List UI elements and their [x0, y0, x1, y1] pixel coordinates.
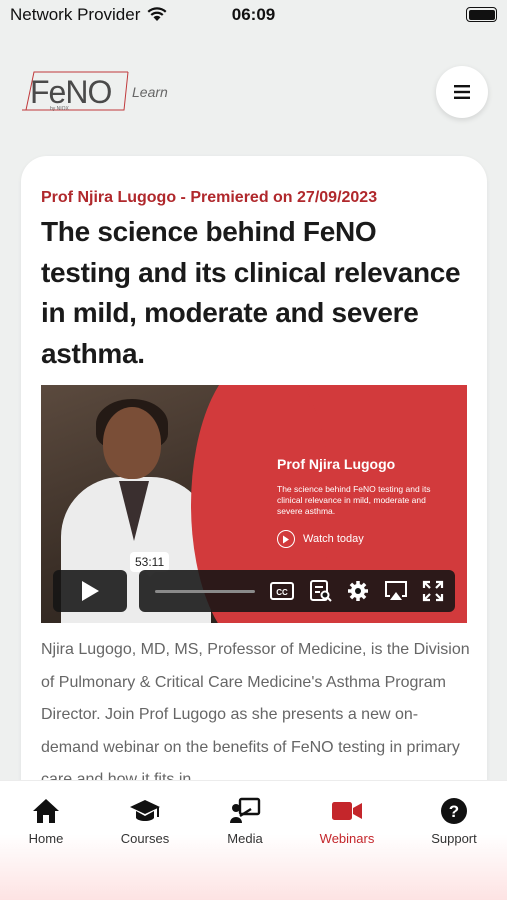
tab-label-media: Media: [227, 831, 263, 846]
help-circle-icon: ?: [441, 798, 467, 824]
watch-today-label: Watch today: [303, 533, 364, 545]
video-player[interactable]: Prof Njira Lugogo The science behind FeN…: [41, 385, 467, 623]
tab-webinars[interactable]: Webinars: [307, 795, 387, 846]
tab-label-support: Support: [431, 831, 477, 846]
logo-text: FeNO: [30, 74, 112, 110]
webinar-title: The science behind FeNO testing and its …: [41, 216, 461, 369]
video-controls-bar: CC: [139, 570, 455, 612]
transcript-search-icon[interactable]: [309, 580, 333, 602]
tab-label-courses: Courses: [120, 831, 170, 846]
graduation-cap-icon: [130, 800, 160, 821]
progress-scrubber[interactable]: [155, 590, 255, 593]
logo-learn-text: Learn: [132, 84, 168, 100]
fullscreen-icon[interactable]: [421, 580, 445, 602]
airplay-icon[interactable]: [384, 580, 408, 602]
play-icon: [82, 581, 99, 601]
tab-courses[interactable]: Courses: [105, 795, 185, 846]
clock: 06:09: [231, 5, 276, 24]
media-presenter-icon: [230, 797, 261, 823]
battery-icon: [466, 7, 497, 22]
status-bar: Network Provider 06:09: [0, 0, 507, 34]
watch-today-link[interactable]: Watch today: [277, 530, 364, 548]
hamburger-icon: [454, 85, 470, 99]
webinar-card: Prof Njira Lugogo - Premiered on 27/09/2…: [21, 156, 487, 836]
video-presenter-name: Prof Njira Lugogo: [277, 456, 396, 472]
home-icon: [33, 799, 59, 823]
tab-media[interactable]: Media: [205, 795, 285, 846]
logo-subtext: by NIOX: [50, 106, 69, 112]
settings-gear-icon[interactable]: [346, 580, 370, 602]
bottom-tab-bar: Home Courses Media Webinars ? Support: [0, 780, 507, 900]
play-button[interactable]: [53, 570, 127, 612]
video-subtitle: The science behind FeNO testing and its …: [277, 484, 431, 516]
play-circle-icon: [277, 530, 295, 548]
tab-label-home: Home: [28, 831, 64, 846]
tab-support[interactable]: ? Support: [414, 795, 494, 846]
svg-text:CC: CC: [276, 588, 288, 597]
webinar-meta: Prof Njira Lugogo - Premiered on 27/09/2…: [41, 189, 378, 206]
duration-tooltip: 53:11: [130, 552, 170, 577]
webinar-description: Njira Lugogo, MD, MS, Professor of Medic…: [41, 641, 470, 788]
tab-home[interactable]: Home: [6, 795, 86, 846]
closed-captions-icon[interactable]: CC: [270, 580, 294, 602]
video-camera-icon: [332, 802, 362, 820]
tab-label-webinars: Webinars: [319, 831, 375, 846]
svg-text:?: ?: [449, 802, 459, 821]
menu-button[interactable]: [436, 66, 488, 118]
feno-learn-logo[interactable]: FeNO by NIOX Learn: [20, 68, 180, 116]
